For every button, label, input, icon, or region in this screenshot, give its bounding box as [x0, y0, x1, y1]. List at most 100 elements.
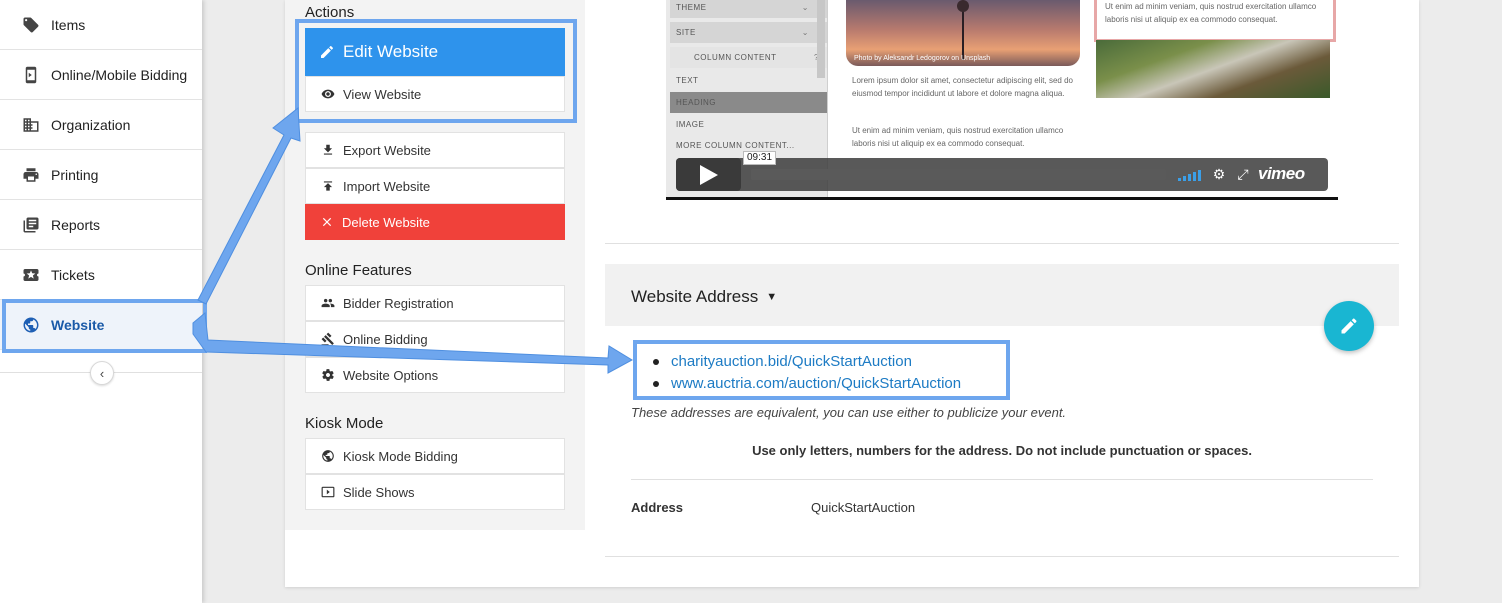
ticket-icon	[22, 266, 40, 284]
preview-paragraph: Ut enim ad minim veniam, quis nostrud ex…	[1105, 2, 1317, 24]
close-icon	[320, 215, 334, 229]
play-button[interactable]	[676, 158, 741, 191]
edit-website-label: Edit Website	[343, 42, 439, 61]
preview-paragraph: Ut enim ad minim veniam, quis nostrud ex…	[852, 126, 1064, 148]
delete-website-label: Delete Website	[342, 214, 430, 230]
gear-icon	[321, 368, 335, 382]
kiosk-mode-title: Kiosk Mode	[305, 415, 384, 432]
printer-icon	[22, 166, 40, 184]
mobile-icon	[22, 66, 40, 84]
sidebar-item-online-mobile-bidding[interactable]: Online/Mobile Bidding	[0, 50, 202, 100]
editor-row-heading[interactable]: HEADING	[670, 92, 827, 113]
tree-silhouette	[957, 0, 969, 60]
sidebar-item-label: Organization	[51, 116, 131, 133]
editor-row-column-content: COLUMN CONTENT?	[670, 47, 827, 68]
editor-row-label: MORE COLUMN CONTENT...	[676, 141, 795, 150]
vimeo-logo[interactable]: vimeo	[1258, 164, 1305, 184]
bidder-registration-button[interactable]: Bidder Registration	[305, 285, 565, 321]
website-address-title: Website Address	[631, 287, 759, 306]
kiosk-mode-bidding-button[interactable]: Kiosk Mode Bidding	[305, 438, 565, 474]
edit-website-button[interactable]: Edit Website	[305, 28, 565, 76]
pencil-icon	[1341, 318, 1357, 334]
editor-row-theme[interactable]: THEME ⌄	[670, 0, 827, 18]
url-equivalent-note: These addresses are equivalent, you can …	[631, 405, 1067, 420]
tag-icon	[22, 16, 40, 34]
view-website-label: View Website	[343, 86, 422, 102]
website-options-button[interactable]: Website Options	[305, 357, 565, 393]
editor-row-label: SITE	[676, 28, 696, 37]
export-website-button[interactable]: Export Website	[305, 132, 565, 168]
preview-paragraph: Lorem ipsum dolor sit amet, consectetur …	[852, 76, 1073, 98]
bidder-registration-label: Bidder Registration	[343, 295, 454, 311]
editor-row-label: HEADING	[676, 98, 716, 107]
download-icon	[321, 143, 335, 157]
collapse-sidebar-button[interactable]: ‹	[90, 361, 114, 385]
gavel-icon	[321, 332, 335, 346]
editor-row-label: COLUMN CONTENT	[694, 53, 777, 62]
online-features-title: Online Features	[305, 262, 412, 279]
sidebar-item-label: Tickets	[51, 266, 95, 283]
address-value: QuickStartAuction	[811, 500, 916, 515]
editor-row-image[interactable]: IMAGE	[670, 114, 827, 135]
editor-row-text[interactable]: TEXT	[670, 70, 827, 91]
globe-icon	[22, 316, 40, 334]
volume-icon[interactable]	[1178, 169, 1201, 181]
kiosk-mode-bidding-label: Kiosk Mode Bidding	[343, 448, 458, 464]
section-divider	[605, 556, 1399, 557]
people-icon	[321, 296, 335, 310]
sidebar-item-printing[interactable]: Printing	[0, 150, 202, 200]
editor-row-label: IMAGE	[676, 120, 705, 129]
editor-scrollbar[interactable]	[817, 0, 825, 78]
website-url-link[interactable]: charityauction.bid/QuickStartAuction	[651, 351, 961, 373]
sidebar-item-label: Reports	[51, 216, 101, 233]
sidebar-item-items[interactable]: Items	[0, 0, 202, 50]
video-time-tooltip: 09:31	[743, 151, 777, 165]
sidebar-item-organization[interactable]: Organization	[0, 100, 202, 150]
editor-row-label: TEXT	[676, 76, 699, 85]
website-url-link[interactable]: www.auctria.com/auction/QuickStartAuctio…	[651, 373, 961, 395]
sidebar-item-label: Website	[51, 316, 105, 333]
chevron-left-icon: ‹	[99, 365, 105, 381]
website-address-toggle[interactable]: Website Address ▼	[631, 287, 777, 307]
slide-shows-button[interactable]: Slide Shows	[305, 474, 565, 510]
globe-icon	[321, 449, 335, 463]
delete-website-button[interactable]: Delete Website	[305, 204, 565, 240]
editor-row-label: THEME	[676, 3, 707, 12]
sidebar-item-website[interactable]: Website	[0, 300, 202, 350]
waterfall-image	[1096, 40, 1330, 98]
reports-icon	[22, 216, 40, 234]
eye-icon	[321, 87, 335, 101]
sidebar-item-tickets[interactable]: Tickets	[0, 250, 202, 300]
settings-icon[interactable]: ⚙	[1211, 166, 1227, 182]
sidebar-item-label: Online/Mobile Bidding	[51, 66, 188, 83]
video-progress-bar[interactable]	[751, 169, 1166, 180]
url-rule-text: Use only letters, numbers for the addres…	[752, 443, 1252, 458]
upload-icon	[321, 179, 335, 193]
section-divider	[605, 243, 1399, 244]
sidebar-item-label: Printing	[51, 166, 99, 183]
website-options-label: Website Options	[343, 367, 439, 383]
play-icon	[699, 164, 718, 185]
edit-address-button[interactable]	[1324, 301, 1374, 351]
import-website-button[interactable]: Import Website	[305, 168, 565, 204]
import-website-label: Import Website	[343, 178, 431, 194]
address-divider	[631, 479, 1373, 480]
editor-row-site[interactable]: SITE ⌄	[670, 22, 827, 43]
chevron-down-icon: ▼	[766, 291, 778, 303]
view-website-button[interactable]: View Website	[305, 76, 565, 112]
building-icon	[22, 116, 40, 134]
sidebar-item-label: Items	[51, 16, 86, 33]
chevron-down-icon: ⌄	[801, 28, 809, 37]
pencil-icon	[319, 44, 335, 60]
fullscreen-icon[interactable]: ⤢	[1235, 166, 1251, 182]
photo-credit: Photo by Aleksandr Ledogorov on Unsplash	[854, 55, 991, 62]
address-label: Address	[631, 500, 684, 515]
online-bidding-button[interactable]: Online Bidding	[305, 321, 565, 357]
actions-title: Actions	[305, 4, 355, 21]
sidebar: Items Online/Mobile Bidding Organization…	[0, 0, 202, 603]
slide-shows-label: Slide Shows	[343, 484, 415, 500]
sunset-tree-image: Photo by Aleksandr Ledogorov on Unsplash	[846, 0, 1080, 66]
slideshow-icon	[321, 485, 335, 499]
website-url-list: charityauction.bid/QuickStartAuction www…	[651, 351, 961, 395]
sidebar-item-reports[interactable]: Reports	[0, 200, 202, 250]
